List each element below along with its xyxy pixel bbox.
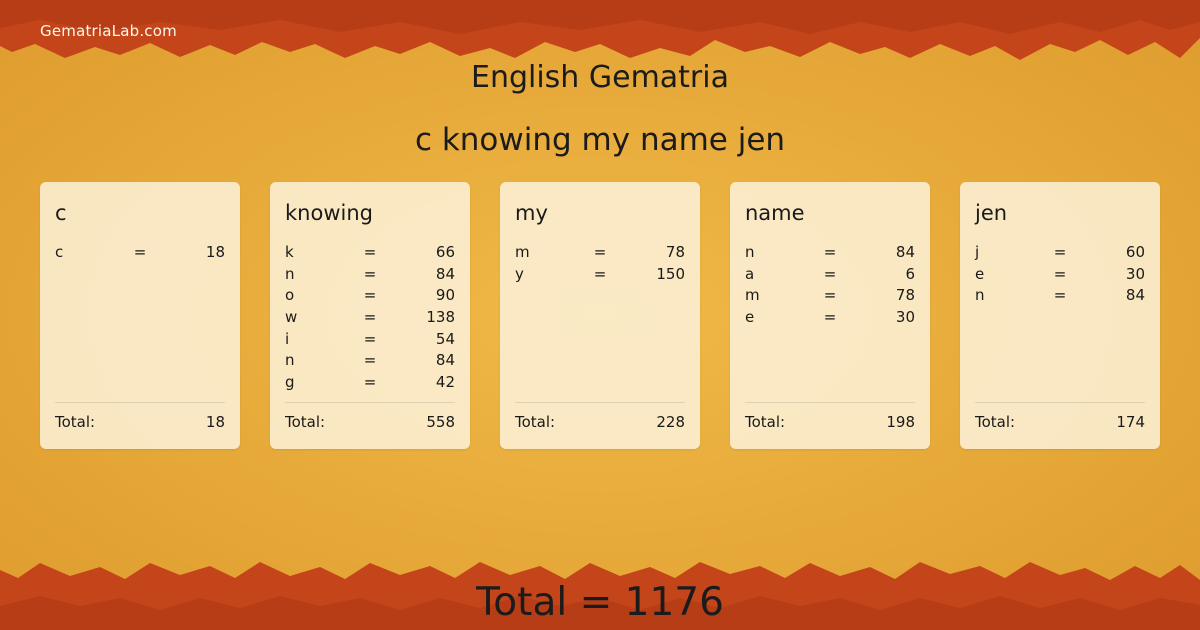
letter: e xyxy=(745,308,755,327)
letter-row: y = 150 xyxy=(515,264,685,286)
total-label: Total: xyxy=(55,413,96,431)
letter: n xyxy=(285,351,295,370)
letter-value: 6 xyxy=(905,264,915,283)
letter: n xyxy=(975,286,985,305)
letter: n xyxy=(745,243,755,261)
card-word: name xyxy=(745,201,805,225)
letter-row: n = 84 xyxy=(285,264,455,286)
card-word: my xyxy=(515,201,548,225)
equals-sign: = xyxy=(823,308,837,327)
letter: n xyxy=(285,264,295,283)
letter-value: 42 xyxy=(435,373,455,392)
letter-row: a = 6 xyxy=(745,264,915,286)
letter-value: 84 xyxy=(1125,286,1145,305)
letter: j xyxy=(975,243,980,261)
word-cards: c c = 18 Total: 18 knowing k = 66 n = 84 o = 9… xyxy=(40,182,1160,449)
letter-row: j = 60 xyxy=(975,242,1145,264)
equals-sign: = xyxy=(823,286,837,305)
page-title: English Gematria xyxy=(471,60,729,95)
letter-value: 84 xyxy=(435,351,455,370)
letter: a xyxy=(745,264,755,283)
letter-row: w = 138 xyxy=(285,307,455,329)
equals-sign: = xyxy=(823,243,837,261)
letter-row: k = 66 xyxy=(285,242,455,264)
letter-value: 84 xyxy=(895,243,915,261)
letter: g xyxy=(285,373,295,392)
equals-sign: = xyxy=(363,243,377,261)
word-card-knowing: knowing k = 66 n = 84 o = 90 w = 138 i = 54 n = 84 g… xyxy=(270,182,470,449)
equals-sign: = xyxy=(363,308,377,327)
letter-value: 90 xyxy=(435,286,455,305)
phrase-text: c knowing my name jen xyxy=(414,122,786,158)
letter-value: 18 xyxy=(205,243,225,261)
letter-row: o = 90 xyxy=(285,285,455,307)
equals-sign: = xyxy=(1053,243,1067,261)
letter: o xyxy=(285,286,295,305)
letter: e xyxy=(975,264,985,283)
total-label: Total: xyxy=(975,413,1016,431)
equals-sign: = xyxy=(1053,264,1067,283)
equals-sign: = xyxy=(823,264,837,283)
letter-row: m = 78 xyxy=(745,285,915,307)
card-word: c xyxy=(55,201,67,225)
total-label: Total: xyxy=(745,413,786,431)
total-label: Total: xyxy=(515,413,556,431)
letter-value: 66 xyxy=(435,243,455,261)
card-word: jen xyxy=(975,201,1008,225)
letter-value: 78 xyxy=(665,243,685,261)
total-value: 558 xyxy=(426,413,455,431)
equals-sign: = xyxy=(363,264,377,283)
letter-value: 150 xyxy=(656,264,685,283)
card-total: Total: 558 xyxy=(285,402,455,431)
grand-total: Total = 1176 xyxy=(476,580,724,625)
letter-row: n = 84 xyxy=(745,242,915,264)
total-value: 228 xyxy=(656,413,685,431)
word-card-name: name n = 84 a = 6 m = 78 e = 30 Total: 198 xyxy=(730,182,930,449)
card-total: Total: 198 xyxy=(745,402,915,431)
card-word: knowing xyxy=(285,201,373,225)
letter-value: 78 xyxy=(895,286,915,305)
letter: i xyxy=(285,329,290,348)
letter-row: e = 30 xyxy=(975,264,1145,286)
word-card-c: c c = 18 Total: 18 xyxy=(40,182,240,449)
equals-sign: = xyxy=(593,264,607,283)
equals-sign: = xyxy=(363,286,377,305)
letter: y xyxy=(515,264,524,283)
letter: m xyxy=(515,243,530,261)
letter-row: e = 30 xyxy=(745,307,915,329)
letter: m xyxy=(745,286,760,305)
equals-sign: = xyxy=(363,351,377,370)
word-card-my: my m = 78 y = 150 Total: 228 xyxy=(500,182,700,449)
letter: c xyxy=(55,243,64,261)
letter-value: 30 xyxy=(895,308,915,327)
letter-row: n = 84 xyxy=(975,285,1145,307)
card-total: Total: 228 xyxy=(515,402,685,431)
equals-sign: = xyxy=(133,243,147,261)
letter-row: g = 42 xyxy=(285,372,455,394)
letter-row: m = 78 xyxy=(515,242,685,264)
letter-row: c = 18 xyxy=(55,242,225,264)
letter: w xyxy=(285,308,298,327)
letter-row: i = 54 xyxy=(285,329,455,351)
total-value: 198 xyxy=(886,413,915,431)
letter-value: 138 xyxy=(426,308,455,327)
total-label: Total: xyxy=(285,413,326,431)
card-total: Total: 174 xyxy=(975,402,1145,431)
equals-sign: = xyxy=(1053,286,1067,305)
letter-value: 84 xyxy=(435,264,455,283)
card-total: Total: 18 xyxy=(55,402,225,431)
letter-row: n = 84 xyxy=(285,350,455,372)
total-value: 174 xyxy=(1116,413,1145,431)
equals-sign: = xyxy=(363,373,377,392)
equals-sign: = xyxy=(363,329,377,348)
word-card-jen: jen j = 60 e = 30 n = 84 Total: 174 xyxy=(960,182,1160,449)
equals-sign: = xyxy=(593,243,607,261)
letter-value: 54 xyxy=(435,329,455,348)
total-value: 18 xyxy=(205,413,225,431)
letter-value: 60 xyxy=(1125,243,1145,261)
letter: k xyxy=(285,243,294,261)
letter-value: 30 xyxy=(1125,264,1145,283)
site-brand-link[interactable]: GematriaLab.com xyxy=(40,22,177,40)
